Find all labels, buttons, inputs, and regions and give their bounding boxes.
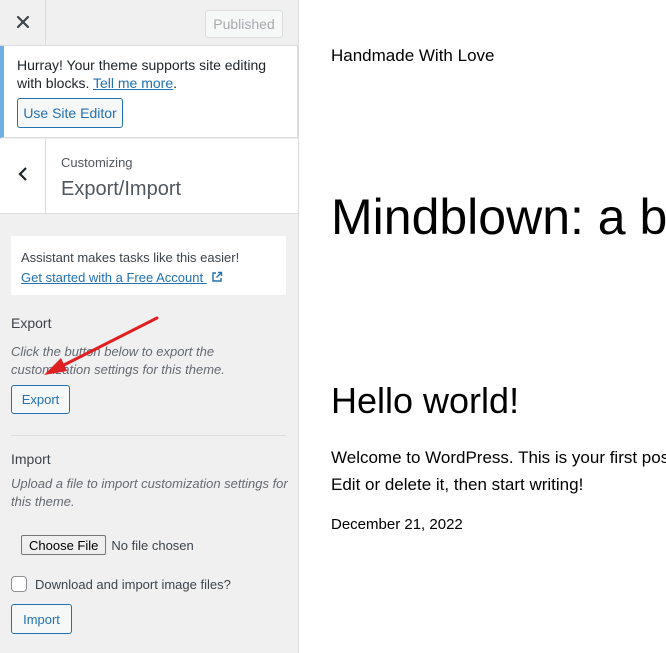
back-button[interactable] [0,139,46,214]
use-site-editor-button[interactable]: Use Site Editor [17,98,123,128]
download-images-label: Download and import image files? [35,576,231,592]
tell-me-more-link[interactable]: Tell me more [93,75,173,91]
no-file-chosen-text: No file chosen [111,537,194,553]
customizer-header: Published [0,0,298,46]
import-button[interactable]: Import [11,604,72,634]
get-started-link[interactable]: Get started with a Free Account [21,270,223,285]
site-preview: Handmade With Love Mindblown: a b Hello … [300,0,666,653]
close-button[interactable] [0,0,46,46]
assistant-box: Assistant makes tasks like this easier! … [11,236,286,295]
hero-heading: Mindblown: a b [331,189,666,245]
site-title[interactable]: Handmade With Love [331,46,494,66]
choose-file-button[interactable]: Choose File [21,535,107,555]
close-icon [16,12,30,35]
customizer-sidebar: Published Hurray! Your theme supports si… [0,0,299,653]
import-description: Upload a file to import customization se… [11,476,288,509]
post-title[interactable]: Hello world! [331,380,519,422]
external-link-icon [211,269,223,289]
post-date: December 21, 2022 [331,516,463,533]
export-button[interactable]: Export [11,385,70,414]
site-editing-notice: Hurray! Your theme supports site editing… [0,46,298,138]
section-title: Export/Import [61,178,182,200]
assistant-text: Assistant makes tasks like this easier! [21,250,240,265]
get-started-link-label: Get started with a Free Account [21,270,204,285]
section-divider [11,435,286,436]
download-images-checkbox[interactable] [11,576,27,592]
download-images-option: Download and import image files? [11,576,231,592]
published-button[interactable]: Published [205,10,283,38]
post-excerpt: Welcome to WordPress. This is your first… [331,448,666,494]
notice-text-end: . [173,75,178,91]
export-description: Click the button below to export the cus… [11,344,225,377]
file-input-row: Choose File No file chosen [11,525,286,565]
export-heading: Export [11,315,52,331]
section-header: Customizing Export/Import [0,139,298,214]
import-heading: Import [11,451,51,467]
chevron-left-icon [17,166,28,187]
customizing-label: Customizing [61,155,133,170]
